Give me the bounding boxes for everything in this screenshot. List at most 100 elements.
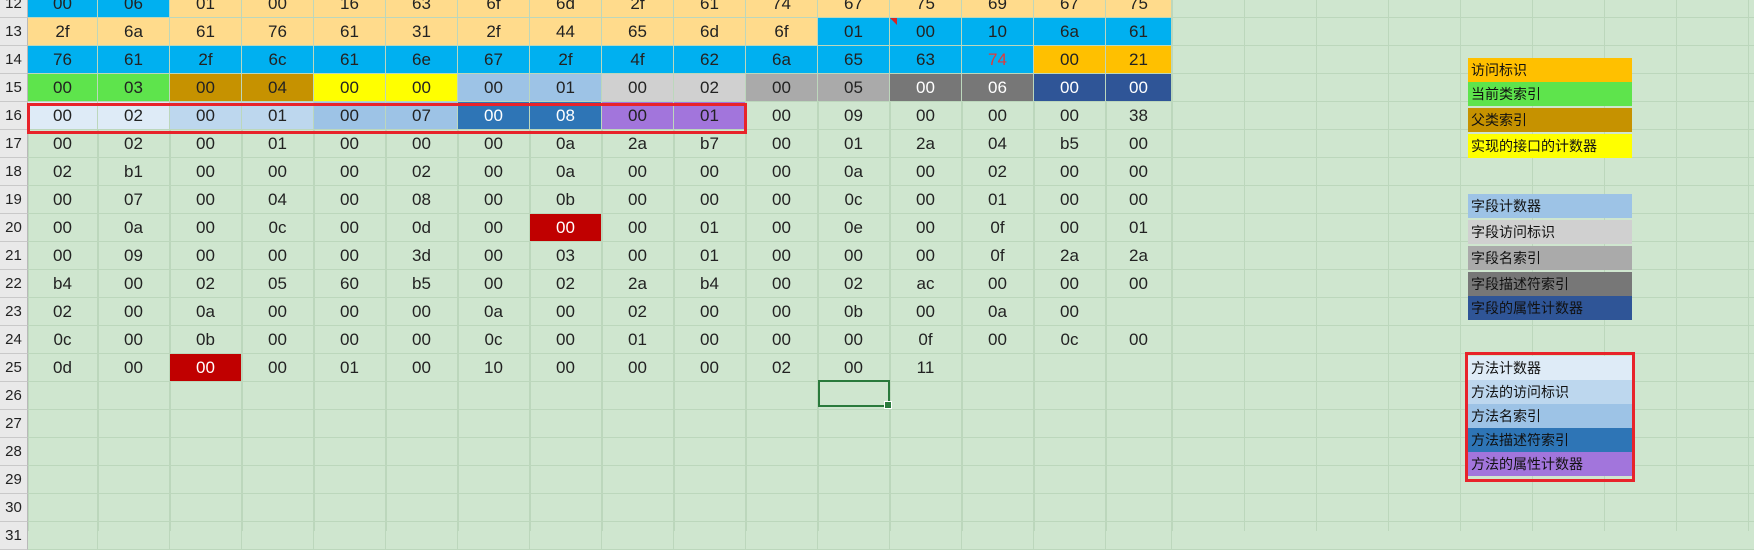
hex-cell[interactable]: 11 — [890, 354, 962, 382]
hex-cell[interactable] — [170, 438, 242, 466]
hex-cell[interactable]: 01 — [818, 18, 890, 46]
hex-cell[interactable]: 08 — [530, 102, 602, 130]
hex-cell[interactable] — [962, 410, 1034, 438]
hex-cell[interactable] — [1034, 382, 1106, 410]
hex-cell[interactable]: 04 — [242, 186, 314, 214]
row-header[interactable]: 26 — [0, 382, 28, 410]
hex-cell[interactable] — [242, 466, 314, 494]
hex-cell[interactable] — [242, 494, 314, 522]
hex-cell[interactable] — [1034, 354, 1106, 382]
hex-cell[interactable]: 0c — [242, 214, 314, 242]
hex-cell[interactable]: 00 — [170, 354, 242, 382]
hex-cell[interactable] — [674, 522, 746, 550]
hex-cell[interactable]: 00 — [98, 326, 170, 354]
hex-cell[interactable]: 00 — [1034, 186, 1106, 214]
hex-cell[interactable]: 00 — [170, 74, 242, 102]
hex-cell[interactable]: 00 — [890, 158, 962, 186]
hex-cell[interactable]: 00 — [386, 326, 458, 354]
row-header[interactable]: 22 — [0, 270, 28, 298]
hex-cell[interactable]: 00 — [314, 186, 386, 214]
hex-cell[interactable]: 0f — [890, 326, 962, 354]
hex-cell[interactable] — [28, 438, 98, 466]
hex-cell[interactable] — [1106, 522, 1172, 550]
hex-cell[interactable]: 00 — [530, 326, 602, 354]
hex-cell[interactable]: 00 — [962, 326, 1034, 354]
hex-cell[interactable]: 00 — [1034, 46, 1106, 74]
hex-cell[interactable]: 00 — [530, 354, 602, 382]
hex-cell[interactable]: 2a — [1106, 242, 1172, 270]
fill-handle[interactable] — [884, 401, 892, 409]
hex-cell[interactable]: 00 — [674, 158, 746, 186]
hex-cell[interactable] — [746, 382, 818, 410]
hex-cell[interactable]: 0d — [386, 214, 458, 242]
hex-cell[interactable]: 00 — [746, 130, 818, 158]
hex-cell[interactable]: 0f — [962, 214, 1034, 242]
hex-cell[interactable]: 00 — [890, 298, 962, 326]
hex-cell[interactable] — [962, 354, 1034, 382]
hex-cell[interactable]: 01 — [602, 326, 674, 354]
hex-cell[interactable]: 03 — [530, 242, 602, 270]
hex-cell[interactable]: 00 — [314, 158, 386, 186]
hex-cell[interactable]: 00 — [890, 186, 962, 214]
hex-cell[interactable]: 00 — [746, 214, 818, 242]
hex-cell[interactable]: 6e — [386, 46, 458, 74]
hex-cell[interactable]: 0e — [818, 214, 890, 242]
hex-cell[interactable] — [530, 494, 602, 522]
hex-cell[interactable] — [818, 438, 890, 466]
row-header[interactable]: 19 — [0, 186, 28, 214]
hex-cell[interactable]: b7 — [674, 130, 746, 158]
hex-cell[interactable]: 00 — [28, 0, 98, 18]
hex-cell[interactable]: 60 — [314, 270, 386, 298]
hex-cell[interactable] — [602, 494, 674, 522]
hex-cell[interactable]: 00 — [28, 214, 98, 242]
row-header[interactable]: 30 — [0, 494, 28, 522]
hex-cell[interactable] — [170, 410, 242, 438]
hex-cell[interactable]: 2a — [602, 270, 674, 298]
hex-cell[interactable]: 01 — [962, 186, 1034, 214]
hex-cell[interactable]: 00 — [1034, 102, 1106, 130]
hex-cell[interactable]: 02 — [28, 298, 98, 326]
hex-cell[interactable]: 00 — [746, 298, 818, 326]
row-header[interactable]: 21 — [0, 242, 28, 270]
hex-cell[interactable] — [890, 382, 962, 410]
hex-cell[interactable]: 02 — [674, 74, 746, 102]
hex-cell[interactable]: 00 — [746, 326, 818, 354]
hex-cell[interactable] — [386, 494, 458, 522]
hex-cell[interactable] — [28, 382, 98, 410]
hex-cell[interactable] — [1034, 410, 1106, 438]
hex-cell[interactable]: 00 — [746, 74, 818, 102]
hex-cell[interactable]: 74 — [962, 46, 1034, 74]
hex-cell[interactable]: 00 — [98, 354, 170, 382]
hex-cell[interactable]: 75 — [890, 0, 962, 18]
hex-cell[interactable] — [602, 466, 674, 494]
row-header[interactable]: 20 — [0, 214, 28, 242]
hex-cell[interactable]: 00 — [314, 326, 386, 354]
hex-cell[interactable]: 00 — [1106, 130, 1172, 158]
hex-cell[interactable]: 00 — [890, 214, 962, 242]
hex-cell[interactable]: 67 — [1034, 0, 1106, 18]
hex-cell[interactable]: 00 — [28, 242, 98, 270]
hex-cell[interactable]: 00 — [674, 186, 746, 214]
hex-cell[interactable]: 00 — [314, 298, 386, 326]
row-header[interactable]: 17 — [0, 130, 28, 158]
hex-cell[interactable]: 6f — [458, 0, 530, 18]
hex-cell[interactable] — [242, 438, 314, 466]
hex-cell[interactable]: 00 — [1106, 186, 1172, 214]
hex-cell[interactable] — [530, 522, 602, 550]
row-header[interactable]: 24 — [0, 326, 28, 354]
hex-cell[interactable]: 00 — [602, 242, 674, 270]
hex-cell[interactable]: 00 — [98, 270, 170, 298]
hex-cell[interactable] — [818, 494, 890, 522]
hex-cell[interactable]: 00 — [1034, 158, 1106, 186]
hex-cell[interactable]: 02 — [602, 298, 674, 326]
hex-cell[interactable] — [962, 494, 1034, 522]
hex-cell[interactable] — [458, 494, 530, 522]
hex-cell[interactable]: 65 — [602, 18, 674, 46]
hex-cell[interactable]: 00 — [314, 242, 386, 270]
hex-cell[interactable] — [242, 382, 314, 410]
hex-cell[interactable]: 74 — [746, 0, 818, 18]
hex-cell[interactable]: b4 — [674, 270, 746, 298]
hex-cell[interactable]: 2f — [602, 0, 674, 18]
hex-cell[interactable]: 00 — [890, 74, 962, 102]
hex-cell[interactable]: 31 — [386, 18, 458, 46]
